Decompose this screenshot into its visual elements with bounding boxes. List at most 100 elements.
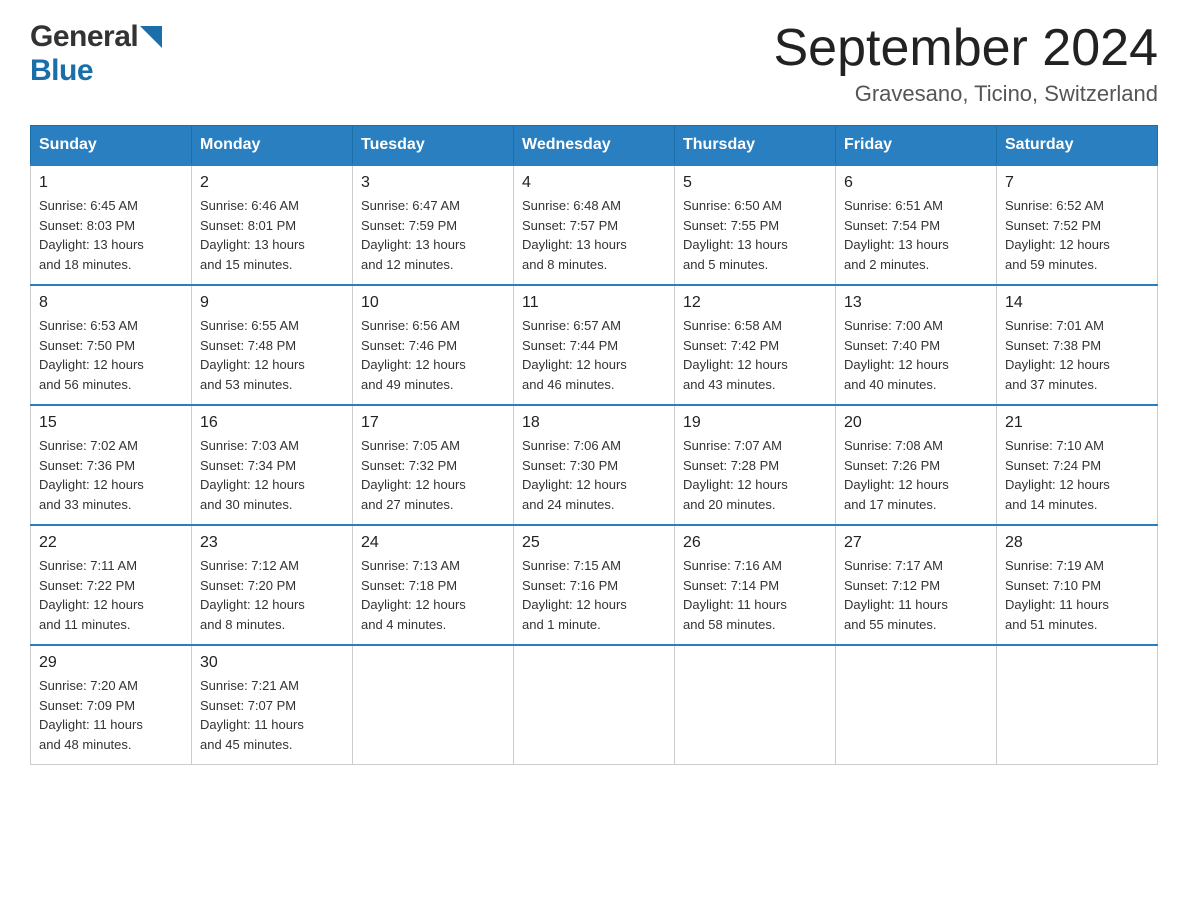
day-number: 6 xyxy=(844,174,988,192)
day-number: 9 xyxy=(200,294,344,312)
day-number: 19 xyxy=(683,414,827,432)
column-header-wednesday: Wednesday xyxy=(514,126,675,166)
day-number: 4 xyxy=(522,174,666,192)
calendar-cell xyxy=(353,645,514,765)
calendar-cell: 18 Sunrise: 7:06 AM Sunset: 7:30 PM Dayli… xyxy=(514,405,675,525)
calendar-cell: 28 Sunrise: 7:19 AM Sunset: 7:10 PM Dayli… xyxy=(997,525,1158,645)
column-header-friday: Friday xyxy=(836,126,997,166)
day-number: 26 xyxy=(683,534,827,552)
day-info: Sunrise: 7:21 AM Sunset: 7:07 PM Dayligh… xyxy=(200,676,344,754)
day-number: 12 xyxy=(683,294,827,312)
column-header-monday: Monday xyxy=(192,126,353,166)
calendar-week-row: 22 Sunrise: 7:11 AM Sunset: 7:22 PM Dayli… xyxy=(31,525,1158,645)
day-info: Sunrise: 6:52 AM Sunset: 7:52 PM Dayligh… xyxy=(1005,196,1149,274)
day-info: Sunrise: 7:20 AM Sunset: 7:09 PM Dayligh… xyxy=(39,676,183,754)
day-number: 17 xyxy=(361,414,505,432)
calendar-cell xyxy=(514,645,675,765)
calendar-cell: 19 Sunrise: 7:07 AM Sunset: 7:28 PM Dayli… xyxy=(675,405,836,525)
day-info: Sunrise: 7:07 AM Sunset: 7:28 PM Dayligh… xyxy=(683,436,827,514)
calendar-cell: 9 Sunrise: 6:55 AM Sunset: 7:48 PM Daylig… xyxy=(192,285,353,405)
day-number: 2 xyxy=(200,174,344,192)
calendar-cell: 14 Sunrise: 7:01 AM Sunset: 7:38 PM Dayli… xyxy=(997,285,1158,405)
day-number: 3 xyxy=(361,174,505,192)
calendar-cell: 5 Sunrise: 6:50 AM Sunset: 7:55 PM Daylig… xyxy=(675,165,836,285)
day-number: 22 xyxy=(39,534,183,552)
day-info: Sunrise: 6:58 AM Sunset: 7:42 PM Dayligh… xyxy=(683,316,827,394)
calendar-cell: 13 Sunrise: 7:00 AM Sunset: 7:40 PM Dayli… xyxy=(836,285,997,405)
column-header-saturday: Saturday xyxy=(997,126,1158,166)
column-header-sunday: Sunday xyxy=(31,126,192,166)
calendar-header-row: SundayMondayTuesdayWednesdayThursdayFrid… xyxy=(31,126,1158,166)
calendar-week-row: 15 Sunrise: 7:02 AM Sunset: 7:36 PM Dayli… xyxy=(31,405,1158,525)
calendar-cell: 16 Sunrise: 7:03 AM Sunset: 7:34 PM Dayli… xyxy=(192,405,353,525)
day-info: Sunrise: 6:48 AM Sunset: 7:57 PM Dayligh… xyxy=(522,196,666,274)
day-info: Sunrise: 6:56 AM Sunset: 7:46 PM Dayligh… xyxy=(361,316,505,394)
calendar-week-row: 29 Sunrise: 7:20 AM Sunset: 7:09 PM Dayli… xyxy=(31,645,1158,765)
day-number: 27 xyxy=(844,534,988,552)
day-info: Sunrise: 6:55 AM Sunset: 7:48 PM Dayligh… xyxy=(200,316,344,394)
day-info: Sunrise: 6:57 AM Sunset: 7:44 PM Dayligh… xyxy=(522,316,666,394)
calendar-cell: 24 Sunrise: 7:13 AM Sunset: 7:18 PM Dayli… xyxy=(353,525,514,645)
calendar-cell: 15 Sunrise: 7:02 AM Sunset: 7:36 PM Dayli… xyxy=(31,405,192,525)
logo: General Blue xyxy=(30,20,162,88)
day-number: 13 xyxy=(844,294,988,312)
day-number: 8 xyxy=(39,294,183,312)
calendar-cell: 26 Sunrise: 7:16 AM Sunset: 7:14 PM Dayli… xyxy=(675,525,836,645)
day-number: 5 xyxy=(683,174,827,192)
column-header-tuesday: Tuesday xyxy=(353,126,514,166)
day-info: Sunrise: 7:12 AM Sunset: 7:20 PM Dayligh… xyxy=(200,556,344,634)
day-info: Sunrise: 7:19 AM Sunset: 7:10 PM Dayligh… xyxy=(1005,556,1149,634)
day-info: Sunrise: 7:00 AM Sunset: 7:40 PM Dayligh… xyxy=(844,316,988,394)
day-number: 16 xyxy=(200,414,344,432)
day-number: 20 xyxy=(844,414,988,432)
day-number: 7 xyxy=(1005,174,1149,192)
calendar-cell xyxy=(836,645,997,765)
day-info: Sunrise: 6:47 AM Sunset: 7:59 PM Dayligh… xyxy=(361,196,505,274)
day-number: 24 xyxy=(361,534,505,552)
day-number: 14 xyxy=(1005,294,1149,312)
calendar-cell: 23Sunrise: 7:12 AM Sunset: 7:20 PM Dayli… xyxy=(192,525,353,645)
day-number: 29 xyxy=(39,654,183,672)
logo-triangle-icon xyxy=(140,26,162,53)
calendar-cell xyxy=(997,645,1158,765)
day-info: Sunrise: 7:02 AM Sunset: 7:36 PM Dayligh… xyxy=(39,436,183,514)
calendar-cell: 2Sunrise: 6:46 AM Sunset: 8:01 PM Daylig… xyxy=(192,165,353,285)
day-info: Sunrise: 7:10 AM Sunset: 7:24 PM Dayligh… xyxy=(1005,436,1149,514)
title-area: September 2024 Gravesano, Ticino, Switze… xyxy=(774,20,1159,107)
day-number: 18 xyxy=(522,414,666,432)
logo-general-text: General xyxy=(30,20,138,54)
calendar-cell: 29 Sunrise: 7:20 AM Sunset: 7:09 PM Dayli… xyxy=(31,645,192,765)
logo-blue-text: Blue xyxy=(30,54,93,87)
calendar-table: SundayMondayTuesdayWednesdayThursdayFrid… xyxy=(30,125,1158,765)
calendar-cell: 20Sunrise: 7:08 AM Sunset: 7:26 PM Dayli… xyxy=(836,405,997,525)
location-text: Gravesano, Ticino, Switzerland xyxy=(774,81,1159,107)
column-header-thursday: Thursday xyxy=(675,126,836,166)
day-info: Sunrise: 7:01 AM Sunset: 7:38 PM Dayligh… xyxy=(1005,316,1149,394)
day-info: Sunrise: 7:05 AM Sunset: 7:32 PM Dayligh… xyxy=(361,436,505,514)
calendar-week-row: 8Sunrise: 6:53 AM Sunset: 7:50 PM Daylig… xyxy=(31,285,1158,405)
day-info: Sunrise: 7:17 AM Sunset: 7:12 PM Dayligh… xyxy=(844,556,988,634)
day-info: Sunrise: 6:50 AM Sunset: 7:55 PM Dayligh… xyxy=(683,196,827,274)
day-info: Sunrise: 7:03 AM Sunset: 7:34 PM Dayligh… xyxy=(200,436,344,514)
day-info: Sunrise: 7:11 AM Sunset: 7:22 PM Dayligh… xyxy=(39,556,183,634)
day-number: 25 xyxy=(522,534,666,552)
day-number: 21 xyxy=(1005,414,1149,432)
calendar-cell: 1Sunrise: 6:45 AM Sunset: 8:03 PM Daylig… xyxy=(31,165,192,285)
calendar-week-row: 1Sunrise: 6:45 AM Sunset: 8:03 PM Daylig… xyxy=(31,165,1158,285)
calendar-cell: 7 Sunrise: 6:52 AM Sunset: 7:52 PM Daylig… xyxy=(997,165,1158,285)
calendar-cell xyxy=(675,645,836,765)
day-info: Sunrise: 6:51 AM Sunset: 7:54 PM Dayligh… xyxy=(844,196,988,274)
day-info: Sunrise: 7:16 AM Sunset: 7:14 PM Dayligh… xyxy=(683,556,827,634)
day-info: Sunrise: 7:15 AM Sunset: 7:16 PM Dayligh… xyxy=(522,556,666,634)
calendar-cell: 25 Sunrise: 7:15 AM Sunset: 7:16 PM Dayli… xyxy=(514,525,675,645)
day-info: Sunrise: 7:06 AM Sunset: 7:30 PM Dayligh… xyxy=(522,436,666,514)
calendar-cell: 22 Sunrise: 7:11 AM Sunset: 7:22 PM Dayli… xyxy=(31,525,192,645)
day-number: 28 xyxy=(1005,534,1149,552)
day-info: Sunrise: 7:13 AM Sunset: 7:18 PM Dayligh… xyxy=(361,556,505,634)
page-header: General Blue September 2024 Gravesano, T… xyxy=(30,20,1158,107)
calendar-cell: 10Sunrise: 6:56 AM Sunset: 7:46 PM Dayli… xyxy=(353,285,514,405)
calendar-cell: 3 Sunrise: 6:47 AM Sunset: 7:59 PM Daylig… xyxy=(353,165,514,285)
calendar-cell: 27 Sunrise: 7:17 AM Sunset: 7:12 PM Dayli… xyxy=(836,525,997,645)
day-number: 15 xyxy=(39,414,183,432)
day-number: 30 xyxy=(200,654,344,672)
